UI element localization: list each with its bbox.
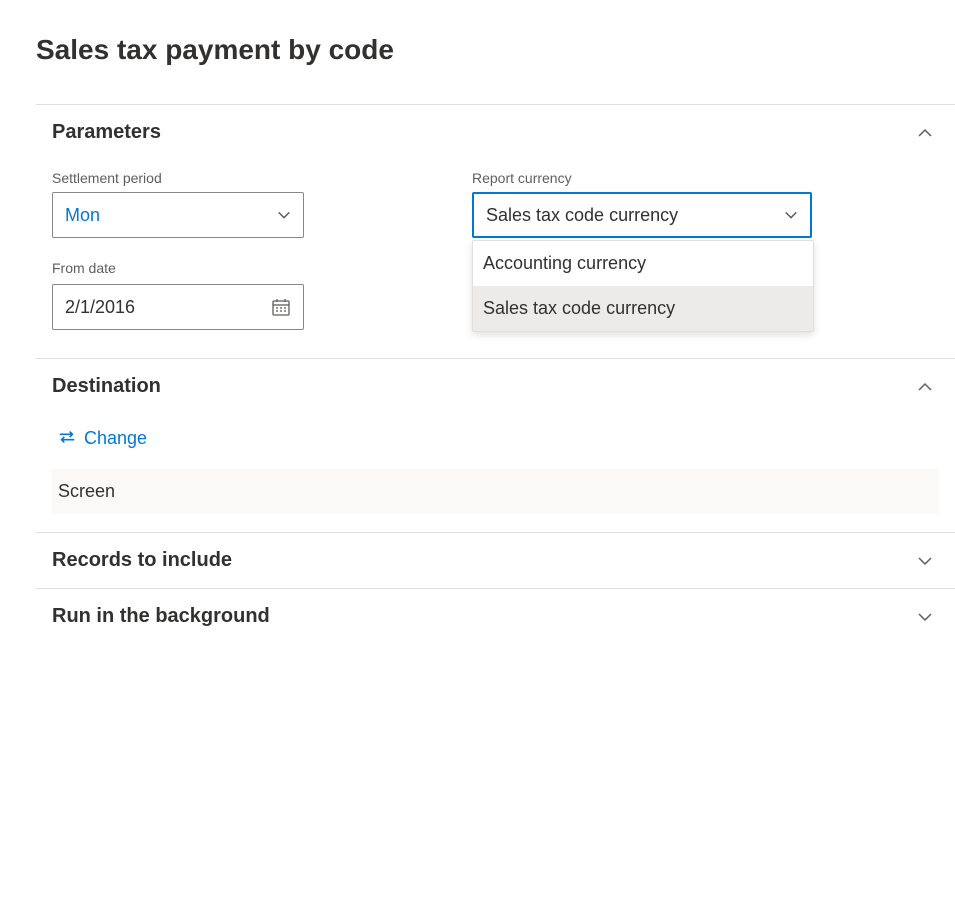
report-currency-select[interactable]: Sales tax code currency <box>472 192 812 238</box>
report-currency-value: Sales tax code currency <box>486 205 784 226</box>
dropdown-option-accounting-currency[interactable]: Accounting currency <box>473 241 813 286</box>
section-destination-header[interactable]: Destination <box>36 359 955 414</box>
report-currency-dropdown: Accounting currency Sales tax code curre… <box>472 240 814 332</box>
section-background-title: Run in the background <box>52 605 270 628</box>
section-records-header[interactable]: Records to include <box>36 533 955 588</box>
swap-arrows-icon <box>58 428 76 449</box>
chevron-down-icon <box>917 553 933 569</box>
dropdown-option-sales-tax-code-currency[interactable]: Sales tax code currency <box>473 286 813 331</box>
destination-value: Screen <box>52 469 939 514</box>
field-settlement-period: Settlement period Mon From date 2/1/2016 <box>52 170 304 330</box>
page-title: Sales tax payment by code <box>36 34 955 66</box>
field-report-currency: Report currency Sales tax code currency … <box>472 170 812 238</box>
section-records-title: Records to include <box>52 549 232 572</box>
chevron-up-icon <box>917 125 933 141</box>
from-date-label: From date <box>52 260 116 276</box>
report-currency-label: Report currency <box>472 170 812 186</box>
section-destination: Destination Change Screen <box>36 358 955 532</box>
section-background-header[interactable]: Run in the background <box>36 589 955 644</box>
from-date-value: 2/1/2016 <box>65 297 271 318</box>
settlement-period-label: Settlement period <box>52 170 304 186</box>
section-background: Run in the background <box>36 588 955 644</box>
change-destination-link[interactable]: Change <box>58 428 147 449</box>
section-destination-title: Destination <box>52 375 161 398</box>
chevron-down-icon <box>277 208 291 222</box>
from-date-input[interactable]: 2/1/2016 <box>52 284 304 330</box>
calendar-icon <box>271 297 291 317</box>
section-parameters-title: Parameters <box>52 121 161 144</box>
chevron-up-icon <box>917 379 933 395</box>
chevron-down-icon <box>784 208 798 222</box>
settlement-period-select[interactable]: Mon <box>52 192 304 238</box>
section-parameters: Parameters Settlement period Mon F <box>36 104 955 358</box>
settlement-period-value: Mon <box>65 205 277 226</box>
chevron-down-icon <box>917 609 933 625</box>
section-parameters-header[interactable]: Parameters <box>36 105 955 160</box>
section-records: Records to include <box>36 532 955 588</box>
change-link-label: Change <box>84 428 147 449</box>
